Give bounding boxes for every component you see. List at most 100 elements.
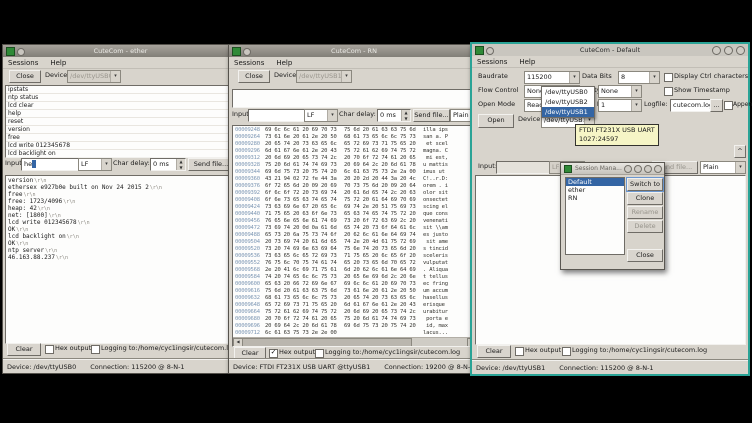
line-end-select[interactable]: LF ▾ [304, 109, 338, 122]
dialog-close-button[interactable] [654, 165, 662, 173]
hex-row: 0000969620 69 64 2c 20 6d 61 7869 6d 75 … [233, 323, 477, 330]
hex-row: 0000948865 73 20 6a 75 73 74 6f20 62 6c … [233, 232, 477, 239]
open-connection-button[interactable]: Open [478, 114, 514, 128]
dialog-maximize-button[interactable] [644, 165, 652, 173]
status-connection: Connection: 115200 @ 8-N-1 [559, 364, 653, 372]
session-item[interactable]: Default [566, 178, 624, 186]
maximize-button[interactable] [724, 46, 733, 55]
window-title: CuteCom - Default [472, 44, 748, 56]
menu-sessions[interactable]: Sessions [234, 59, 264, 67]
list-item[interactable]: lcd backlight on [6, 150, 235, 158]
delete-button: Delete [627, 220, 663, 233]
session-list[interactable]: DefaultetherRN [565, 177, 625, 255]
hex-row: 0000966475 72 61 62 69 74 75 7220 6d 69 … [233, 309, 477, 316]
logfile-browse-button[interactable]: ... [710, 99, 723, 112]
hex-output-checkbox[interactable] [515, 347, 524, 356]
switch-to-button[interactable]: Switch to [627, 178, 663, 191]
logging-checkbox[interactable] [562, 347, 571, 356]
titlebar[interactable]: CuteCom - Default [472, 44, 748, 56]
logfile-field[interactable]: cutecom.log [670, 99, 714, 112]
clear-button[interactable]: Clear [477, 345, 511, 358]
hex-row: 0000953673 63 65 6c 65 72 69 7371 75 65 … [233, 253, 477, 260]
logfile-label: Logfile: [644, 99, 668, 110]
device-label: Device: [274, 70, 298, 81]
list-item[interactable]: version [6, 126, 235, 134]
chevron-down-icon: ▾ [341, 71, 351, 82]
char-delay-spinner[interactable]: 0 ms ▲▼ [150, 158, 186, 171]
list-item[interactable]: reset [6, 118, 235, 126]
dialog-shade-button[interactable] [624, 165, 632, 173]
spin-down-icon[interactable]: ▼ [402, 116, 410, 122]
dialog-minimize-button[interactable] [634, 165, 642, 173]
menu-help[interactable]: Help [276, 59, 292, 67]
list-item[interactable]: ntp status [6, 94, 235, 102]
session-item[interactable]: RN [566, 194, 624, 202]
titlebar[interactable]: CuteCom - ether [3, 45, 238, 57]
titlebar[interactable]: CuteCom - RN [229, 45, 479, 57]
spin-down-icon[interactable]: ▼ [177, 165, 185, 171]
horizontal-scrollbar[interactable]: ◀ ▶ [233, 337, 477, 346]
window-default: CuteCom - Default Sessions Help Baudrate… [470, 42, 750, 376]
hex-row: 000095682e 20 41 6c 69 71 75 616d 20 62 … [233, 267, 477, 274]
clear-button[interactable]: Clear [7, 343, 41, 356]
output-line: version\r\n [6, 177, 235, 184]
status-bar: Device: /dev/ttyUSB0 Connection: 115200 … [3, 359, 238, 373]
chevron-down-icon: ▾ [569, 72, 579, 83]
close-connection-button[interactable]: Close [238, 70, 270, 83]
stop-bits-value: 1 [599, 100, 631, 111]
line-end-select[interactable]: LF ▾ [78, 158, 112, 171]
stop-bits-select[interactable]: 1 ▾ [598, 99, 642, 112]
ctrl-chars-checkbox[interactable] [664, 73, 673, 82]
list-item[interactable]: help [6, 110, 235, 118]
dialog-close-action-button[interactable]: Close [627, 249, 663, 262]
session-item[interactable]: ether [566, 186, 624, 194]
hex-output-label: Hex output [55, 343, 91, 354]
close-window-button[interactable] [736, 46, 745, 55]
history-list[interactable]: ipstatsntp statuslcd clearhelpresetversi… [5, 85, 236, 158]
chevron-down-icon: ▾ [735, 162, 745, 173]
char-delay-label: Char delay: [339, 109, 376, 120]
input-field[interactable]: he [21, 158, 81, 171]
output-line: ntp server\r\n [6, 247, 235, 254]
minimize-button[interactable] [712, 46, 721, 55]
clone-button[interactable]: Clone [627, 192, 663, 205]
collapse-settings-button[interactable]: ^ [734, 145, 746, 158]
logfile-value: cutecom.log [673, 101, 713, 109]
char-delay-label: Char delay: [113, 158, 150, 169]
scrollbar-thumb[interactable] [242, 338, 412, 347]
list-item[interactable]: lcd clear [6, 102, 235, 110]
device-dropdown[interactable]: /dev/ttyUSB0/dev/ttyUSB2/dev/ttyUSB1 [541, 86, 595, 118]
hex-output-checkbox[interactable] [269, 349, 278, 358]
baudrate-select[interactable]: 115200 ▾ [524, 71, 580, 84]
menu-sessions[interactable]: Sessions [8, 59, 38, 67]
display-mode-select[interactable]: Plain ▾ [700, 161, 746, 174]
append-checkbox[interactable] [724, 101, 733, 110]
line-end-value: LF [79, 159, 101, 170]
hex-panel[interactable]: 0000924869 6c 6c 61 20 69 70 7375 6d 20 … [232, 125, 478, 347]
timestamp-checkbox[interactable] [664, 87, 673, 96]
send-file-button[interactable]: Send file... [413, 109, 450, 122]
hex-row: 0000958474 20 74 65 6c 6c 75 7320 65 6e … [233, 274, 477, 281]
input-field[interactable] [248, 109, 308, 122]
parity-select[interactable]: None ▾ [598, 85, 642, 98]
output-area[interactable]: version\r\nethersex e927b0e built on Nov… [5, 175, 236, 344]
hex-output-checkbox[interactable] [45, 345, 54, 354]
device-option[interactable]: /dev/ttyUSB2 [542, 97, 594, 107]
char-delay-value: 0 ms [151, 159, 176, 170]
menu-help[interactable]: Help [519, 58, 535, 66]
dialog-titlebar[interactable]: Session Mana... [561, 163, 664, 175]
menu-help[interactable]: Help [50, 59, 66, 67]
list-item[interactable]: free [6, 134, 235, 142]
menu-sessions[interactable]: Sessions [477, 58, 507, 66]
hex-row: 0000960065 63 20 66 72 69 6e 6769 6c 6c … [233, 281, 477, 288]
close-connection-button[interactable]: Close [9, 70, 41, 83]
data-bits-select[interactable]: 8 ▾ [618, 71, 660, 84]
history-list[interactable] [232, 89, 477, 108]
device-option[interactable]: /dev/ttyUSB1 [542, 107, 594, 117]
char-delay-spinner[interactable]: 0 ms ▲▼ [377, 109, 411, 122]
logging-checkbox[interactable] [315, 349, 324, 358]
logging-checkbox[interactable] [91, 345, 100, 354]
list-item[interactable]: lcd write 012345678 [6, 142, 235, 150]
device-option[interactable]: /dev/ttyUSB0 [542, 87, 594, 97]
list-item[interactable]: ipstats [6, 86, 235, 94]
